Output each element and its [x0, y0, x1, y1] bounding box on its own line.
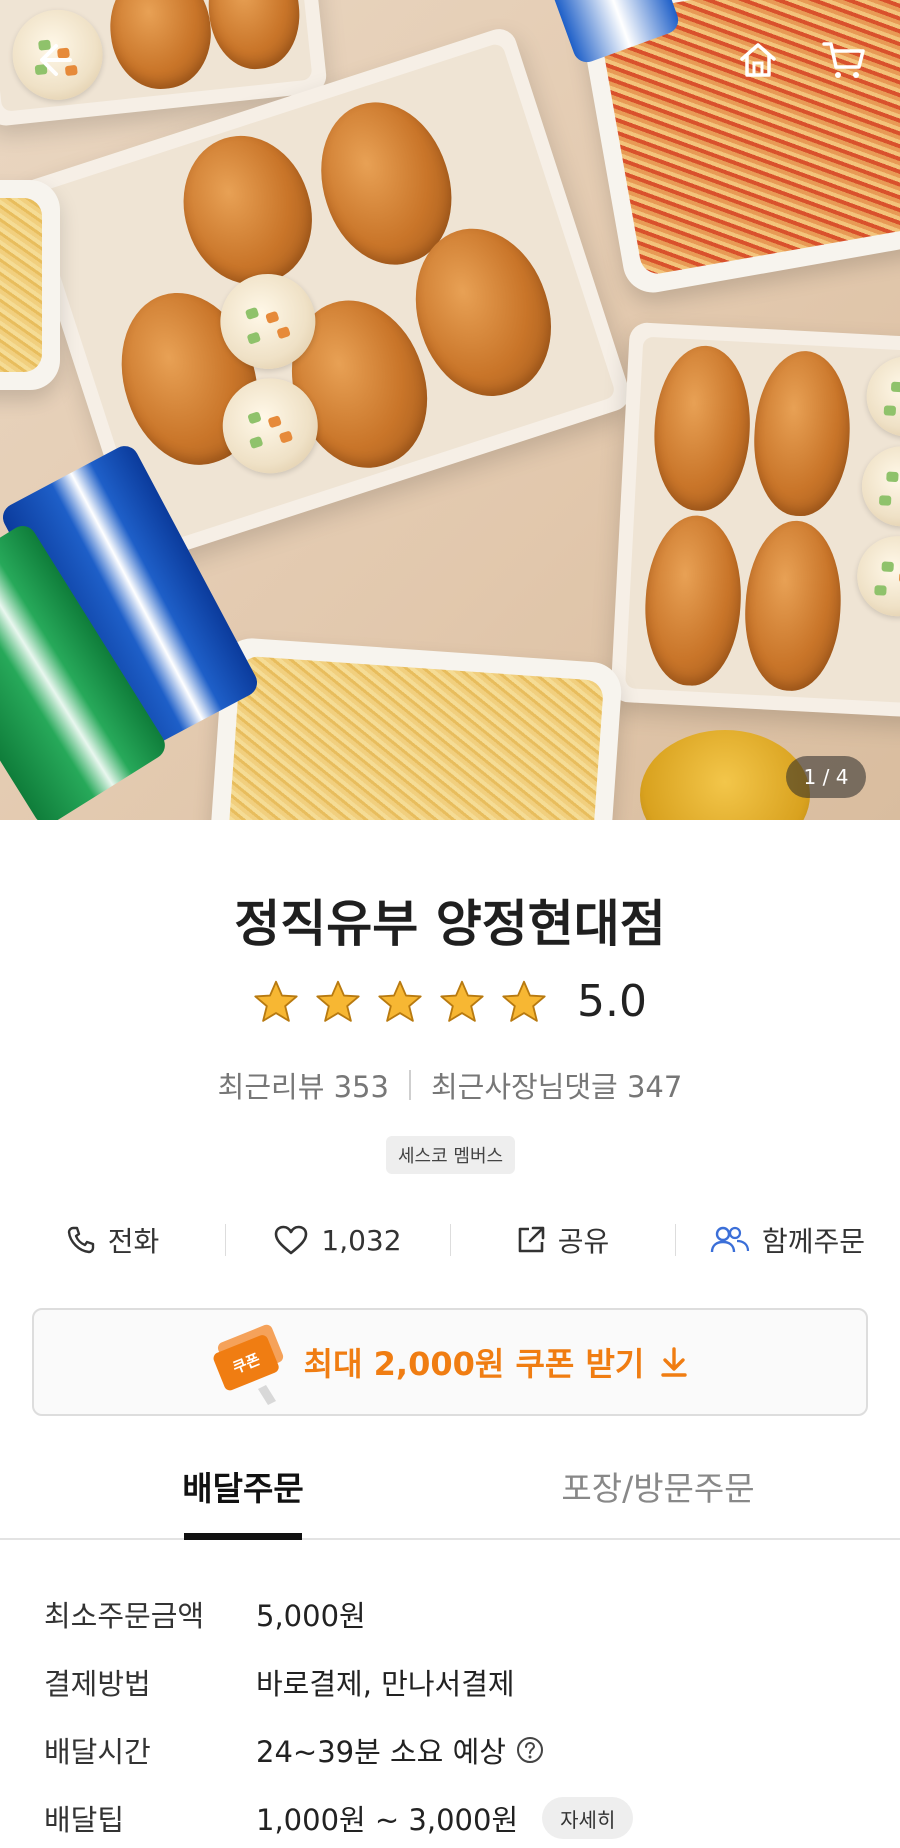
- review-summary[interactable]: 최근리뷰 353 최근사장님댓글 347: [0, 1064, 900, 1106]
- rating-value: 5.0: [577, 976, 647, 1027]
- group-order-label: 함께주문: [761, 1225, 866, 1258]
- delivery-time-value-wrap: 24~39분 소요 예상: [256, 1729, 544, 1771]
- group-order-button[interactable]: 함께주문: [675, 1210, 900, 1270]
- delivery-tip-value-wrap: 1,000원 ~ 3,000원 자세히: [256, 1797, 634, 1839]
- cart-icon: [822, 42, 865, 78]
- delivery-tip-detail-button[interactable]: 자세히: [542, 1797, 634, 1839]
- pasta-container-bottom: [206, 636, 624, 820]
- star-icon: [254, 980, 298, 1022]
- like-count: 1,032: [321, 1223, 402, 1257]
- coupon-icon: 쿠폰: [213, 1324, 283, 1405]
- coupon-text: 최대 2,000원 쿠폰 받기: [303, 1345, 645, 1383]
- tab-delivery-label: 배달주문: [182, 1469, 304, 1508]
- store-hero-image[interactable]: 1 / 4: [0, 0, 900, 820]
- info-row-delivery-tip: 배달팁 1,000원 ~ 3,000원 자세히: [44, 1784, 864, 1848]
- store-name: 정직유부 양정현대점: [234, 895, 666, 953]
- min-order-value: 5,000원: [256, 1599, 366, 1633]
- star-icon: [440, 980, 484, 1022]
- share-button[interactable]: 공유: [450, 1210, 675, 1270]
- cart-button[interactable]: [814, 30, 874, 90]
- like-button[interactable]: 1,032: [225, 1210, 450, 1270]
- delivery-time-value: 24~39분 소요 예상: [256, 1735, 506, 1769]
- delivery-tip-label: 배달팁: [44, 1803, 125, 1837]
- share-icon: [518, 1226, 545, 1253]
- info-row-delivery-time: 배달시간 24~39분 소요 예상: [44, 1716, 864, 1784]
- back-button[interactable]: [24, 30, 84, 90]
- recent-owner-replies-count[interactable]: 최근사장님댓글 347: [431, 1064, 682, 1106]
- delivery-time-label: 배달시간: [44, 1735, 151, 1769]
- cesco-member-badge: 세스코 멤버스: [386, 1136, 516, 1174]
- download-arrow-icon: [661, 1347, 688, 1377]
- order-type-tabs: 배달주문 포장/방문주문: [0, 1462, 900, 1540]
- star-icon: [316, 980, 360, 1022]
- call-label: 전화: [107, 1225, 160, 1258]
- recent-reviews-count[interactable]: 최근리뷰 353: [218, 1064, 389, 1106]
- tab-pickup-order[interactable]: 포장/방문주문: [548, 1462, 768, 1538]
- info-row-payment: 결제방법 바로결제, 만나서결제: [44, 1648, 864, 1716]
- heart-icon: [275, 1225, 308, 1255]
- noodle-container: [0, 180, 60, 390]
- divider: [408, 1070, 411, 1100]
- info-row-min-order: 최소주문금액 5,000원: [44, 1580, 864, 1648]
- star-icon: [502, 980, 546, 1022]
- coupon-download-button[interactable]: 쿠폰 최대 2,000원 쿠폰 받기: [32, 1308, 868, 1416]
- sauce-cup: [640, 730, 810, 820]
- payment-value: 바로결제, 만나서결제: [256, 1667, 515, 1701]
- arrow-left-icon: [40, 44, 72, 76]
- home-icon: [740, 43, 776, 77]
- home-button[interactable]: [728, 30, 788, 90]
- store-actions-bar: 전화 1,032 공유 함께주문: [0, 1210, 900, 1270]
- tab-delivery-order[interactable]: 배달주문: [168, 1462, 318, 1540]
- star-icon: [378, 980, 422, 1022]
- min-order-label: 최소주문금액: [44, 1599, 205, 1633]
- question-mark-icon[interactable]: [516, 1736, 544, 1764]
- rating-row[interactable]: 5.0: [0, 976, 900, 1027]
- delivery-tip-value: 1,000원 ~ 3,000원: [256, 1803, 519, 1837]
- phone-icon: [67, 1226, 94, 1254]
- group-icon: [710, 1226, 750, 1253]
- payment-label: 결제방법: [44, 1667, 151, 1701]
- tab-pickup-label: 포장/방문주문: [561, 1469, 755, 1508]
- share-label: 공유: [557, 1225, 610, 1258]
- delivery-info: 최소주문금액 5,000원 결제방법 바로결제, 만나서결제 배달시간 24~3…: [44, 1580, 864, 1848]
- call-button[interactable]: 전화: [0, 1210, 225, 1270]
- image-page-indicator: 1 / 4: [786, 756, 866, 798]
- food-tray-right: [610, 321, 900, 719]
